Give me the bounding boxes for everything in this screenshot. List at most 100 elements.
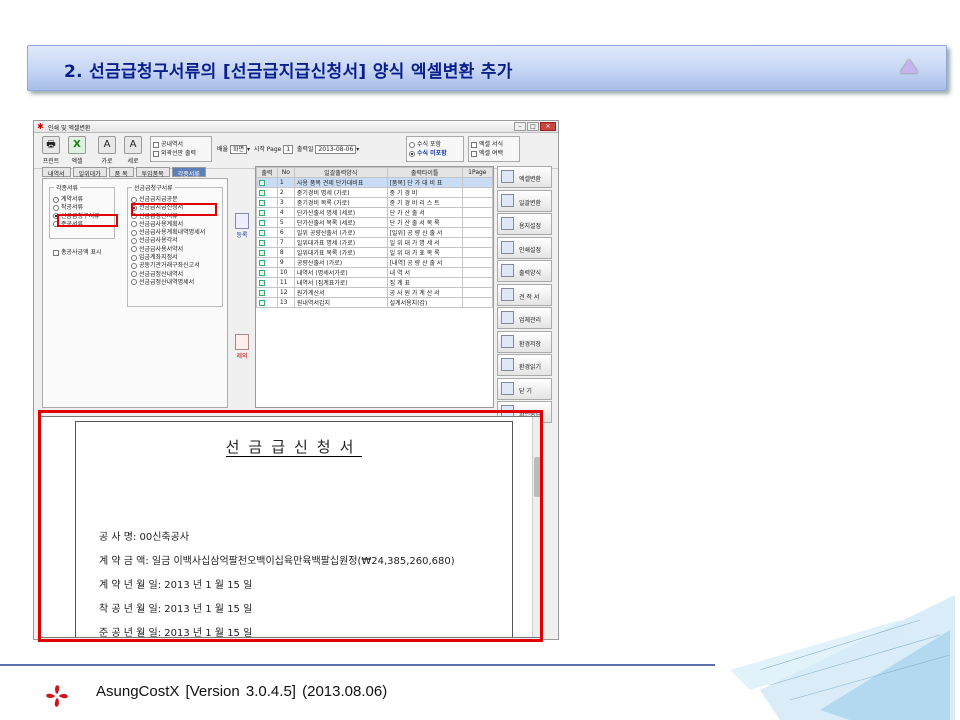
- drafting-tools-decoration: [730, 595, 955, 720]
- window-title: 인쇄 및 엑셀변환: [48, 125, 91, 132]
- app-logo-icon: ✱: [37, 122, 44, 131]
- row-print-checkbox[interactable]: [256, 187, 278, 198]
- radio-advance-item[interactable]: 선금급사용계획서: [131, 219, 219, 228]
- row-print-checkbox[interactable]: [256, 217, 278, 228]
- row-page: [461, 187, 494, 198]
- formula-include-radio[interactable]: 수식 포함: [409, 139, 461, 148]
- row-form: 원내역서갑지: [293, 297, 388, 308]
- row-print-checkbox[interactable]: [256, 197, 278, 208]
- print-date-input[interactable]: 2013-08-06: [315, 145, 357, 154]
- total-amount-option[interactable]: 총공사금액 표시: [53, 247, 102, 256]
- radio-advance-item[interactable]: 선금급사용계획내역명세서: [131, 227, 219, 236]
- row-no: 11: [276, 277, 295, 288]
- remove-button[interactable]: 제외: [231, 334, 253, 360]
- table-row[interactable]: 10 내역서 (명세서가로) 내 역 서: [256, 267, 494, 278]
- row-title: 내 역 서: [386, 267, 463, 278]
- col-print[interactable]: 출력: [256, 167, 278, 178]
- formula-exclude-radio[interactable]: 수식 미포함: [409, 148, 461, 157]
- save-env-icon: [501, 334, 514, 348]
- table-row[interactable]: 8 일위대가표 목록 (가로) 일 위 대 가 표 목 록: [256, 247, 494, 258]
- row-print-checkbox[interactable]: [256, 287, 278, 298]
- col-no[interactable]: No: [276, 167, 295, 178]
- row-print-checkbox[interactable]: [256, 237, 278, 248]
- row-page: [461, 257, 494, 268]
- col-page[interactable]: 1Page: [461, 167, 494, 178]
- tab-items[interactable]: 품 목: [108, 167, 134, 178]
- row-print-checkbox[interactable]: [256, 277, 278, 288]
- row-title: 중 기 경 비 리 스 트: [386, 197, 463, 208]
- excel-icon: X: [68, 136, 86, 154]
- radio-advance-item[interactable]: 선금급정산내역명세서: [131, 277, 219, 286]
- table-row[interactable]: 7 일위대가표 명세 (가로) 일 위 대 가 명 세 서: [256, 237, 494, 248]
- table-row[interactable]: 6 일위 공량산출서 (가로) [일위] 공 량 산 출 서: [256, 227, 494, 238]
- row-form: 원가계산서: [293, 287, 388, 298]
- save-env-button[interactable]: 환경저장: [497, 330, 552, 353]
- table-row[interactable]: 9 공량산출서 (가로) [내역] 공 량 산 출 서: [256, 257, 494, 268]
- action-buttons: 엑셀변환 일괄변환 용지설정 인쇄설정 출력양식 견 적 서 업체관리 환경저장 환경읽기 닫 기…: [497, 166, 552, 425]
- row-print-checkbox[interactable]: [256, 207, 278, 218]
- row-form: 중기경비 명세 (가로): [293, 187, 388, 198]
- col-form[interactable]: 일괄출력양식: [293, 167, 388, 178]
- table-row[interactable]: 13 원내역서갑지 설계서용지(갑): [256, 297, 494, 308]
- radio-advance-item[interactable]: 선금급지급공문: [131, 194, 219, 203]
- col-title[interactable]: 출력타이틀: [386, 167, 463, 178]
- radio-contract-docs[interactable]: 계약서류: [53, 194, 111, 203]
- row-title: 단 가 산 출 서: [386, 207, 463, 218]
- tab-estimate[interactable]: 내역서: [42, 167, 71, 178]
- print-setup-button[interactable]: 인쇄설정: [497, 236, 552, 259]
- zoom-select[interactable]: 화면: [229, 145, 248, 154]
- row-print-checkbox[interactable]: [256, 247, 278, 258]
- table-row[interactable]: 11 내역서 (집계표가로) 집 계 표: [256, 277, 494, 288]
- register-button[interactable]: 등록: [231, 213, 253, 239]
- row-no: 7: [276, 237, 295, 248]
- radio-advance-item[interactable]: 선금급정산내역서: [131, 269, 219, 278]
- excel-convert-button[interactable]: 엑셀변환: [497, 166, 552, 188]
- radio-advance-item[interactable]: 공동기관거래구좌신고서: [131, 260, 219, 269]
- row-print-checkbox[interactable]: [256, 227, 278, 238]
- radio-advance-item[interactable]: 선금급사용각서: [131, 235, 219, 244]
- print-button[interactable]: 🖶 프린트: [40, 136, 62, 165]
- row-no: 2: [276, 187, 295, 198]
- tab-unit-price[interactable]: 일위대가: [72, 167, 107, 178]
- excel-button[interactable]: X 엑셀: [66, 136, 88, 165]
- company-manage-button[interactable]: 업체관리: [497, 307, 552, 329]
- row-print-checkbox[interactable]: [256, 297, 278, 308]
- table-row[interactable]: 2 중기경비 명세 (가로) 중 기 경 비: [256, 187, 494, 198]
- row-print-checkbox[interactable]: [256, 177, 278, 188]
- company-manage-icon: [501, 311, 514, 324]
- table-row[interactable]: 5 단가산출서 목록 (세로) 단 가 산 출 서 목 록: [256, 217, 494, 228]
- close-button[interactable]: ✕: [540, 122, 556, 131]
- excel-option-group: 엑셀 서식 엑셀 여백: [468, 136, 520, 162]
- gongnae-option[interactable]: 공내역서: [153, 139, 209, 148]
- tab-input-items[interactable]: 투입품목: [135, 167, 170, 178]
- tab-documents[interactable]: 각종서류: [171, 167, 206, 178]
- row-form: 일위대가표 목록 (가로): [293, 247, 388, 258]
- table-row[interactable]: 4 단가산출서 명세 (세로) 단 가 산 출 서: [256, 207, 494, 218]
- table-row[interactable]: 3 중기경비 목록 (가로) 중 기 경 비 리 스 트: [256, 197, 494, 208]
- quote-button[interactable]: 견 적 서: [497, 283, 552, 306]
- output-form-button[interactable]: 출력양식: [497, 260, 552, 282]
- minimize-button[interactable]: –: [514, 122, 526, 131]
- load-env-button[interactable]: 환경읽기: [497, 354, 552, 376]
- portrait-button[interactable]: A 세로: [122, 136, 144, 165]
- collapse-triangle-icon[interactable]: [900, 59, 918, 73]
- table-row[interactable]: 1 사용 품목 견제 단가대비표 [품목] 단 가 대 비 표: [256, 177, 494, 188]
- close-window-button[interactable]: 닫 기: [497, 377, 552, 400]
- radio-start-docs[interactable]: 착공서류: [53, 202, 111, 211]
- radio-advance-item[interactable]: 입금계좌지정서: [131, 252, 219, 261]
- paper-setup-button[interactable]: 용지설정: [497, 213, 552, 235]
- excel-margin-option[interactable]: 엑셀 여백: [471, 148, 517, 157]
- row-page: [461, 277, 494, 288]
- landscape-button[interactable]: A 가로: [96, 136, 118, 165]
- print-setup-icon: [501, 240, 514, 254]
- maximize-button[interactable]: □: [527, 122, 539, 131]
- batch-convert-button[interactable]: 일괄변환: [497, 189, 552, 212]
- row-print-checkbox[interactable]: [256, 267, 278, 278]
- start-page-input[interactable]: 1: [283, 145, 294, 154]
- radio-advance-item[interactable]: 선금급사용서약서: [131, 244, 219, 253]
- table-row[interactable]: 12 원가계산서 공 사 원 가 계 산 서: [256, 287, 494, 298]
- excel-sheet-option[interactable]: 엑셀 서식: [471, 139, 517, 148]
- empty-row: [257, 359, 493, 368]
- row-print-checkbox[interactable]: [256, 257, 278, 268]
- outline-only-option[interactable]: 외곽선만 출력: [153, 148, 209, 157]
